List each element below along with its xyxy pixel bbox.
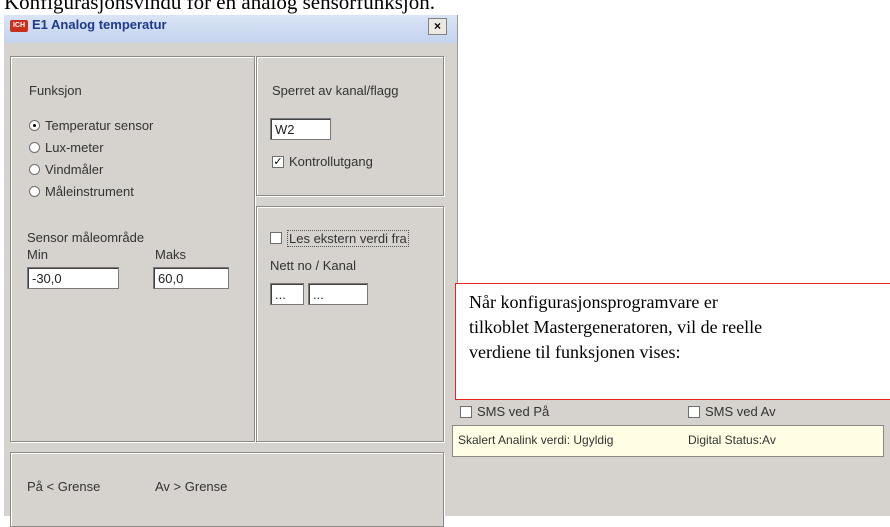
funksjon-option-temperatur[interactable]: Temperatur sensor <box>29 118 219 134</box>
radio-temperatur-label: Temperatur sensor <box>45 118 154 133</box>
digital-status-text: Digital Status:Av <box>688 433 776 447</box>
document-heading: Konfigurasjonsvindu for en analog sensor… <box>4 0 436 14</box>
nett-label: Nett no / Kanal <box>270 258 356 273</box>
callout-line-2: tilkoblet Mastergeneratoren, vil de reel… <box>469 317 763 337</box>
sms-av-label: SMS ved Av <box>705 404 776 419</box>
callout-line-1: Når konfigurasjonsprogramvare er <box>469 292 718 312</box>
funksjon-option-maaleinstrument[interactable]: Måleinstrument <box>29 184 219 200</box>
grense1-av-label: Av > Grense <box>155 479 228 494</box>
sms-av-checkbox[interactable] <box>688 406 700 418</box>
close-button[interactable]: × <box>428 18 447 35</box>
funksjon-label: Funksjon <box>29 83 82 98</box>
funksjon-option-vind[interactable]: Vindmåler <box>29 162 219 178</box>
sensor-range-label: Sensor måleområde <box>27 230 145 245</box>
ekstern-checkbox[interactable] <box>270 232 282 244</box>
ekstern-label: Les ekstern verdi fra <box>287 230 409 247</box>
callout-line-3: verdiene til funksjonen vises: <box>469 342 681 362</box>
min-label: Min <box>27 247 48 262</box>
window-title: E1 Analog temperatur <box>32 17 167 32</box>
kanal-input[interactable]: ... <box>308 283 368 305</box>
min-input[interactable]: -30,0 <box>27 267 119 289</box>
radio-maaleinstrument-label: Måleinstrument <box>45 184 134 199</box>
funksjon-option-lux[interactable]: Lux-meter <box>29 140 219 156</box>
ekstern-checkbox-row[interactable]: Les ekstern verdi fra <box>270 230 440 247</box>
kontroll-checkbox[interactable]: ✓ <box>272 156 284 168</box>
sperret-label: Sperret av kanal/flagg <box>272 83 399 98</box>
sms-pa-checkbox[interactable] <box>460 406 472 418</box>
scaled-value-text: Skalert Analink verdi: Ugyldig <box>458 433 614 447</box>
sms-av-row[interactable]: SMS ved Av <box>688 404 848 420</box>
radio-vind-label: Vindmåler <box>45 162 104 177</box>
callout-text: Når konfigurasjonsprogramvare er tilkobl… <box>469 290 762 365</box>
max-input[interactable]: 60,0 <box>153 267 229 289</box>
nett-input[interactable]: ... <box>270 283 304 305</box>
kontroll-label: Kontrollutgang <box>289 154 373 169</box>
sms-pa-row[interactable]: SMS ved På <box>460 404 620 420</box>
kontroll-checkbox-row[interactable]: ✓ Kontrollutgang <box>272 154 422 170</box>
app-icon: ICH <box>10 20 28 32</box>
grense1-pa-label: På < Grense <box>27 479 101 494</box>
radio-lux-label: Lux-meter <box>45 140 104 155</box>
radio-maaleinstrument[interactable] <box>29 186 40 197</box>
sperret-input[interactable]: W2 <box>270 118 331 140</box>
radio-temperatur[interactable] <box>29 120 40 131</box>
max-label: Maks <box>155 247 187 262</box>
radio-vind[interactable] <box>29 164 40 175</box>
sms-pa-label: SMS ved På <box>477 404 550 419</box>
radio-lux[interactable] <box>29 142 40 153</box>
